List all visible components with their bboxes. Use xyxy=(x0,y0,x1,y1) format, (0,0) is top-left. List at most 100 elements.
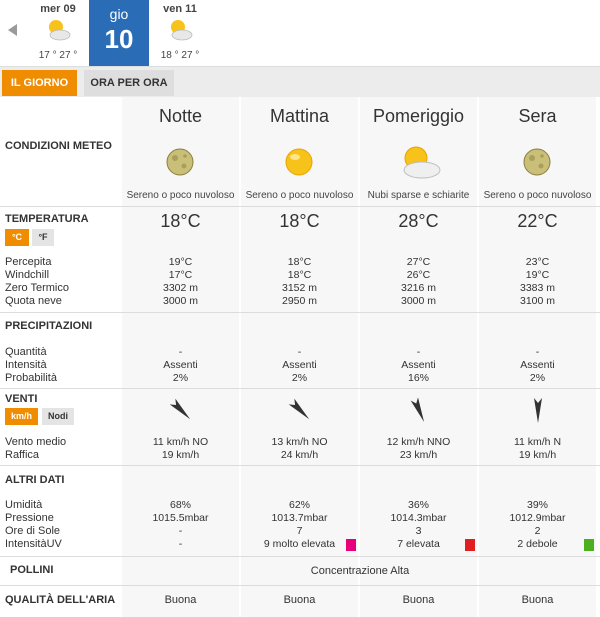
precip-label: PRECIPITAZIONI xyxy=(5,320,93,332)
intensity-value: Assenti xyxy=(282,359,317,371)
day-item-selected[interactable]: gio 10 xyxy=(89,0,149,66)
probability-value: 2% xyxy=(172,372,189,384)
intensity-label: Intensità xyxy=(5,359,47,371)
tab-hourly[interactable]: ORA PER ORA xyxy=(84,70,174,96)
condition-text: Sereno o poco nuvoloso xyxy=(483,190,592,201)
sun-cloud-icon xyxy=(49,20,71,41)
other-label: ALTRI DATI xyxy=(5,474,65,486)
uv-value: - xyxy=(178,538,183,550)
gust-value: 23 km/h xyxy=(399,449,438,461)
wind-value: 13 km/h NO xyxy=(271,436,328,448)
humidity-value: 68% xyxy=(169,499,191,511)
day-item-next[interactable]: ven 11 18 ° 27 ° xyxy=(150,0,210,66)
air-quality-value: Buona xyxy=(521,594,554,606)
humidity-value: 62% xyxy=(288,499,310,511)
condition-text: Sereno o poco nuvoloso xyxy=(245,190,354,201)
pressure-value: 1015.5mbar xyxy=(152,512,209,524)
perceived-value: 23°C xyxy=(525,256,550,268)
moon-icon xyxy=(479,140,596,184)
humidity-value: 36% xyxy=(407,499,429,511)
freezing-value: 3216 m xyxy=(400,282,437,294)
pressure-value: 1012.9mbar xyxy=(509,512,566,524)
divider xyxy=(0,206,600,207)
fahrenheit-button[interactable]: °F xyxy=(32,229,54,246)
period-name: Notte xyxy=(158,106,203,126)
wind-label: VENTI xyxy=(5,393,38,405)
windchill-value: 19°C xyxy=(525,269,550,281)
period-name: Sera xyxy=(518,106,557,126)
divider xyxy=(0,556,600,557)
probability-label: Probabilità xyxy=(5,372,57,384)
air-quality-label: QUALITÀ DELL'ARIA xyxy=(5,594,116,606)
gust-value: 19 km/h xyxy=(518,449,557,461)
wind-value: 12 km/h NNO xyxy=(386,436,451,448)
perceived-value: 18°C xyxy=(287,256,312,268)
freezing-value: 3383 m xyxy=(519,282,556,294)
uv-value: 7 elevata xyxy=(397,538,440,550)
intensity-value: Assenti xyxy=(401,359,436,371)
quantity-value: - xyxy=(297,346,302,358)
temperature-label: TEMPERATURA xyxy=(5,213,89,225)
snow-label: Quota neve xyxy=(5,295,62,307)
humidity-label: Umidità xyxy=(5,499,43,511)
day-temps: 18 ° 27 ° xyxy=(160,50,200,61)
quantity-label: Quantità xyxy=(5,346,47,358)
freezing-label: Zero Termico xyxy=(5,282,69,294)
sun-value: 3 xyxy=(415,525,422,537)
wind-direction-icon xyxy=(122,395,239,425)
prev-arrow-icon[interactable] xyxy=(8,24,17,36)
pressure-value: 1014.3mbar xyxy=(390,512,447,524)
windchill-value: 17°C xyxy=(168,269,193,281)
probability-value: 16% xyxy=(407,372,429,384)
windchill-label: Windchill xyxy=(5,269,50,281)
sun-value: - xyxy=(178,525,183,537)
sun-value: 7 xyxy=(296,525,303,537)
snow-value: 3100 m xyxy=(519,295,556,307)
temperature-value: 28°C xyxy=(398,211,439,231)
gust-label: Raffica xyxy=(5,449,40,461)
perceived-label: Percepita xyxy=(5,256,52,268)
conditions-label: CONDIZIONI METEO xyxy=(5,140,112,152)
kmh-button[interactable]: km/h xyxy=(5,408,38,425)
sun-value: 2 xyxy=(534,525,541,537)
temperature-value: 22°C xyxy=(517,211,558,231)
condition-text: Sereno o poco nuvoloso xyxy=(126,190,235,201)
uv-label: IntensitàUV xyxy=(5,538,62,550)
intensity-value: Assenti xyxy=(163,359,198,371)
snow-value: 3000 m xyxy=(400,295,437,307)
moon-icon xyxy=(122,140,239,184)
day-item-prev[interactable]: mer 09 17 ° 27 ° xyxy=(28,0,88,66)
wind-avg-label: Vento medio xyxy=(5,436,67,448)
uv-value: 9 molto elevata xyxy=(263,538,336,550)
freezing-value: 3302 m xyxy=(162,282,199,294)
humidity-value: 39% xyxy=(526,499,548,511)
knots-button[interactable]: Nodi xyxy=(42,408,74,425)
air-quality-value: Buona xyxy=(164,594,197,606)
perceived-value: 27°C xyxy=(406,256,431,268)
period-name: Pomeriggio xyxy=(372,106,465,126)
sun-cloud-icon xyxy=(171,20,193,41)
day-number: 10 xyxy=(104,24,134,54)
pressure-label: Pressione xyxy=(5,512,54,524)
snow-value: 3000 m xyxy=(162,295,199,307)
air-quality-value: Buona xyxy=(283,594,316,606)
windchill-value: 26°C xyxy=(406,269,431,281)
intensity-value: Assenti xyxy=(520,359,555,371)
divider xyxy=(0,585,600,586)
gust-value: 24 km/h xyxy=(280,449,319,461)
uv-value: 2 debole xyxy=(517,538,558,550)
sun-hours-label: Ore di Sole xyxy=(5,525,61,537)
day-name: mer 09 xyxy=(40,3,76,15)
divider xyxy=(0,312,600,313)
wind-value: 11 km/h NO xyxy=(152,436,209,448)
divider xyxy=(0,465,600,466)
tab-day[interactable]: IL GIORNO xyxy=(2,70,77,96)
pollen-label: POLLINI xyxy=(10,564,54,576)
probability-value: 2% xyxy=(529,372,546,384)
celsius-button[interactable]: °C xyxy=(5,229,29,246)
quantity-value: - xyxy=(178,346,183,358)
probability-value: 2% xyxy=(291,372,308,384)
wind-direction-icon xyxy=(360,395,477,425)
snow-value: 2950 m xyxy=(281,295,318,307)
temperature-value: 18°C xyxy=(160,211,201,231)
